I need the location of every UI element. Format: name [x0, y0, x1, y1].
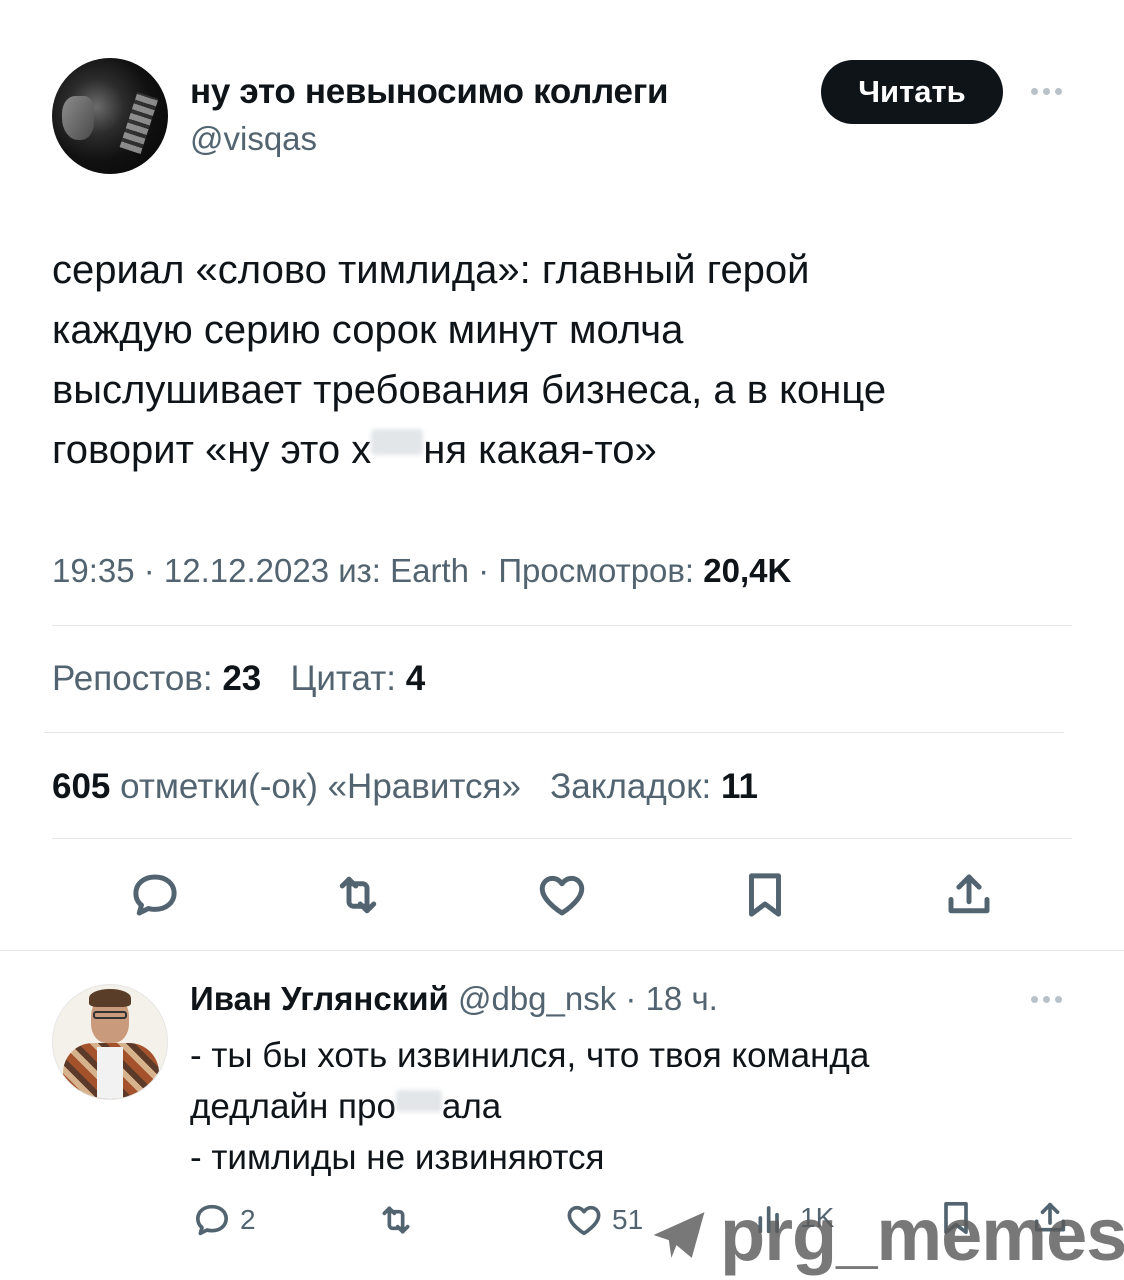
heart-icon[interactable] [533, 866, 591, 924]
comment-icon[interactable] [126, 866, 184, 924]
reposts-stat[interactable]: Репостов: 23 [52, 659, 261, 698]
divider [0, 950, 1124, 951]
bookmark-icon[interactable] [736, 866, 794, 924]
reply-more-options-icon[interactable] [1031, 996, 1062, 1003]
tweet-text-part2: ня какая-то» [423, 428, 657, 472]
reposts-quotes-row: Репостов: 23 Цитат: 4 [52, 659, 425, 699]
watermark-text: prg_memes [720, 1193, 1124, 1276]
avatar-light [119, 92, 159, 154]
divider [52, 625, 1072, 626]
like-count: 51 [612, 1204, 644, 1235]
reply-text: - ты бы хоть извинился, что твоя команда… [190, 1030, 1050, 1183]
author-handle[interactable]: @visqas [190, 120, 317, 158]
quotes-stat[interactable]: Цитат: 4 [290, 659, 425, 698]
reply-repost-button[interactable] [376, 1200, 416, 1240]
share-icon[interactable] [940, 866, 998, 924]
views-count: 20,4K [703, 552, 792, 589]
likes-stat[interactable]: 605 отметки(-ок) «Нравится» [52, 767, 521, 806]
reply-text-part1: - ты бы хоть извинился, что твоя команда… [190, 1036, 870, 1126]
reply-author-avatar[interactable] [52, 984, 168, 1100]
censor-blur [371, 429, 424, 455]
reply-count: 2 [240, 1204, 256, 1235]
watermark: prg_memes [648, 1192, 1124, 1277]
tweet-text: сериал «слово тимлида»: главный герой ка… [52, 240, 1062, 480]
reply-meta[interactable]: @dbg_nsk · 18 ч. [449, 980, 718, 1017]
tweet-meta: 19:35 · 12.12.2023 из: Earth · Просмотро… [52, 552, 791, 590]
reply-header: Иван Углянский @dbg_nsk · 18 ч. [190, 980, 718, 1018]
author-avatar[interactable] [52, 58, 168, 174]
divider [44, 732, 1064, 733]
repost-icon [382, 1206, 410, 1234]
likes-bookmarks-row: 605 отметки(-ок) «Нравится» Закладок: 11 [52, 767, 758, 807]
more-options-icon[interactable] [1031, 88, 1062, 95]
reply-like-button[interactable]: 51 [564, 1200, 643, 1240]
bookmarks-stat[interactable]: Закладок: 11 [550, 767, 758, 806]
telegram-plane-icon [653, 1211, 705, 1258]
reply-author-name[interactable]: Иван Углянский [190, 980, 449, 1017]
divider [52, 838, 1072, 839]
follow-button[interactable]: Читать [821, 60, 1003, 124]
comment-icon [196, 1204, 229, 1236]
reply-comment-button[interactable]: 2 [192, 1200, 256, 1240]
avatar-face [62, 96, 94, 140]
heart-icon [567, 1205, 601, 1236]
censor-blur [395, 1090, 442, 1112]
author-name[interactable]: ну это невыносимо коллеги [190, 72, 669, 112]
tweet-timestamp[interactable]: 19:35 · 12.12.2023 из: Earth · Просмотро… [52, 552, 703, 589]
repost-icon[interactable] [329, 866, 387, 924]
